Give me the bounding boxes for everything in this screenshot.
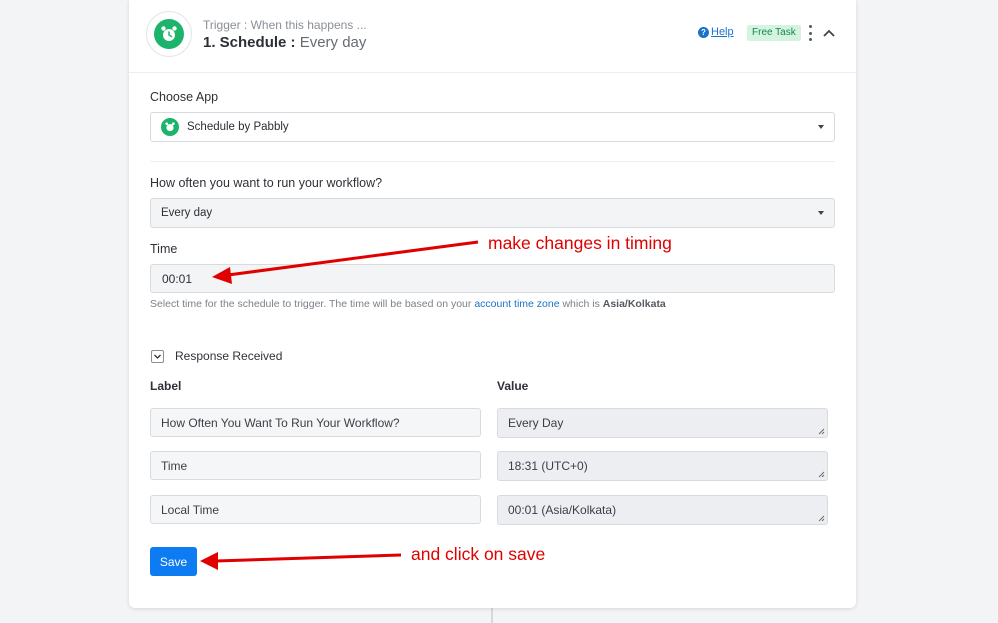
kebab-menu-icon[interactable] bbox=[807, 25, 813, 41]
help-label: Help bbox=[711, 26, 734, 38]
response-value-field[interactable]: 00:01 (Asia/Kolkata) bbox=[497, 495, 828, 525]
time-label: Time bbox=[150, 242, 178, 256]
caret-down-icon bbox=[818, 211, 824, 215]
trigger-step-card: Trigger : When this happens ... 1. Sched… bbox=[129, 0, 856, 608]
step-title: 1. Schedule : Every day bbox=[203, 34, 366, 51]
help-text-mid: which is bbox=[562, 298, 600, 310]
frequency-select[interactable]: Every day bbox=[150, 198, 835, 228]
resize-grip-icon[interactable] bbox=[818, 471, 825, 478]
flow-connector-line bbox=[491, 608, 493, 623]
response-received-title: Response Received bbox=[175, 349, 283, 363]
caret-down-icon bbox=[818, 125, 824, 129]
frequency-label: How often you want to run your workflow? bbox=[150, 176, 383, 190]
response-toggle[interactable] bbox=[151, 350, 164, 363]
save-button[interactable]: Save bbox=[150, 547, 197, 576]
question-circle-icon: ? bbox=[698, 26, 709, 38]
response-label-field[interactable]: Local Time bbox=[150, 495, 481, 524]
alarm-clock-icon bbox=[154, 19, 184, 49]
response-value-text: Every Day bbox=[508, 416, 564, 430]
response-value-field[interactable]: Every Day bbox=[497, 408, 828, 438]
response-value-text: 18:31 (UTC+0) bbox=[508, 459, 588, 473]
resize-grip-icon[interactable] bbox=[818, 515, 825, 522]
chevron-down-icon bbox=[154, 354, 161, 359]
free-task-badge: Free Task bbox=[747, 25, 801, 41]
time-input[interactable]: 00:01 bbox=[150, 264, 835, 293]
step-event: Every day bbox=[299, 34, 367, 51]
chevron-up-icon[interactable] bbox=[822, 26, 836, 40]
choose-app-label: Choose App bbox=[150, 90, 219, 104]
help-text-prefix: Select time for the schedule to trigger.… bbox=[150, 298, 472, 310]
time-zone-value: Asia/Kolkata bbox=[602, 298, 666, 310]
alarm-clock-icon bbox=[161, 118, 179, 136]
frequency-select-value: Every day bbox=[161, 207, 213, 219]
response-value-text: 00:01 (Asia/Kolkata) bbox=[508, 503, 617, 517]
help-link[interactable]: ? Help bbox=[698, 26, 734, 38]
response-value-field[interactable]: 18:31 (UTC+0) bbox=[497, 451, 828, 481]
response-label-field[interactable]: Time bbox=[150, 451, 481, 480]
resize-grip-icon[interactable] bbox=[818, 428, 825, 435]
section-divider bbox=[150, 161, 835, 162]
app-select-value: Schedule by Pabbly bbox=[187, 121, 289, 133]
time-help-text: Select time for the schedule to trigger.… bbox=[150, 298, 666, 310]
step-name: 1. Schedule : bbox=[203, 34, 296, 51]
app-icon-container bbox=[146, 11, 192, 57]
annotation-timing: make changes in timing bbox=[488, 233, 672, 253]
trigger-header[interactable]: Trigger : When this happens ... 1. Sched… bbox=[129, 0, 856, 73]
label-column-header: Label bbox=[150, 379, 182, 393]
response-label-field[interactable]: How Often You Want To Run Your Workflow? bbox=[150, 408, 481, 437]
annotation-save: and click on save bbox=[411, 544, 546, 564]
account-time-zone-link[interactable]: account time zone bbox=[474, 298, 559, 310]
trigger-subtitle: Trigger : When this happens ... bbox=[203, 18, 367, 32]
app-select[interactable]: Schedule by Pabbly bbox=[150, 112, 835, 142]
value-column-header: Value bbox=[497, 379, 529, 393]
